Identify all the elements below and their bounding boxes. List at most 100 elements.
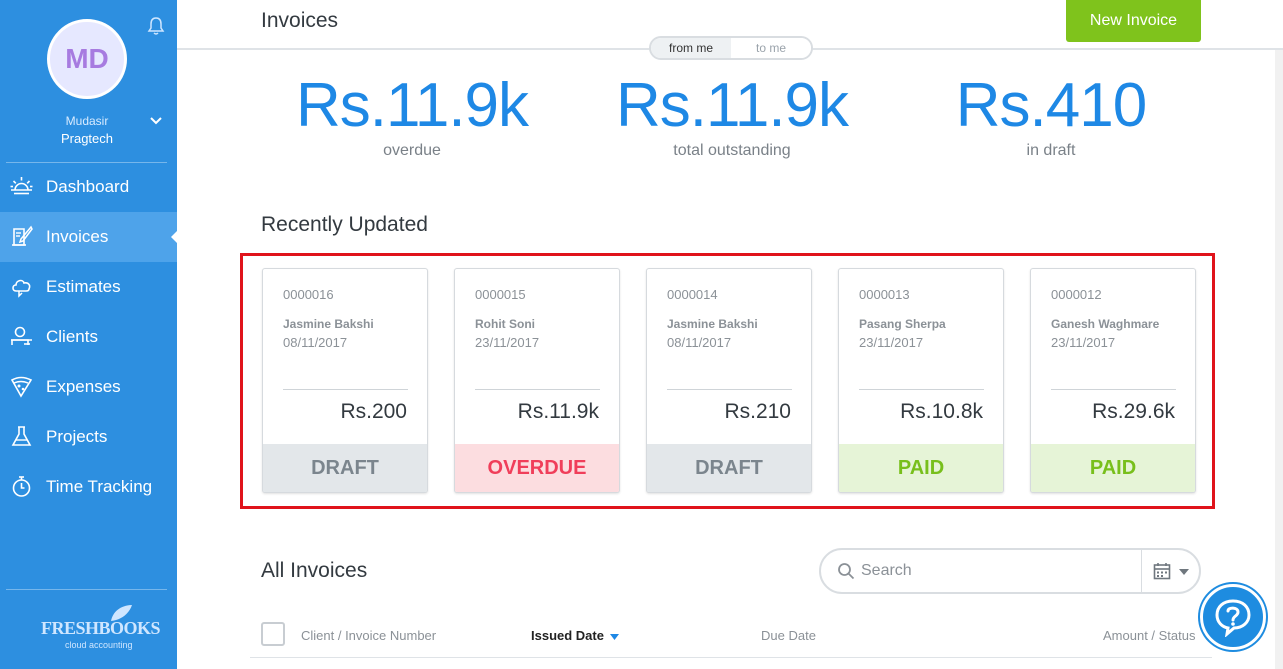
column-header-due-date[interactable]: Due Date (761, 628, 816, 643)
invoice-number: 0000015 (475, 287, 526, 302)
invoice-number: 0000016 (283, 287, 334, 302)
invoice-number: 0000012 (1051, 287, 1102, 302)
sidebar-item-label: Clients (46, 327, 98, 346)
invoice-amount: Rs.29.6k (1092, 400, 1175, 423)
invoice-date: 23/11/2017 (475, 335, 540, 350)
scrollbar[interactable] (1275, 50, 1283, 669)
new-invoice-button[interactable]: New Invoice (1066, 0, 1201, 42)
stat-label: in draft (1026, 142, 1076, 159)
invoice-number: 0000013 (859, 287, 910, 302)
stat-overdue[interactable]: Rs.11.9k overdue (262, 70, 562, 160)
stopwatch-icon (12, 476, 31, 497)
from-to-toggle[interactable]: from me to me (649, 36, 813, 60)
user-org[interactable]: Pragtech (0, 131, 174, 146)
stat-label: overdue (383, 142, 441, 159)
pizza-slice-icon (10, 376, 33, 398)
column-header-label: Issued Date (531, 628, 604, 643)
sidebar-item-clients[interactable]: Clients (0, 312, 177, 362)
client-desk-icon (11, 326, 32, 345)
search-input[interactable] (861, 557, 1131, 585)
column-header-client[interactable]: Client / Invoice Number (301, 628, 436, 643)
sidebar-item-label: Time Tracking (46, 477, 153, 496)
invoice-card[interactable]: 0000015 Rohit Soni 23/11/2017 Rs.11.9k O… (454, 268, 620, 493)
stat-total-outstanding[interactable]: Rs.11.9k total outstanding (582, 70, 882, 160)
sidebar-item-label: Dashboard (46, 177, 130, 196)
status-badge: OVERDUE (455, 444, 619, 492)
logo-wordmark: FRESHBOOKS (41, 618, 161, 638)
invoice-number: 0000014 (667, 287, 718, 302)
search-icon (838, 563, 855, 580)
logo-tagline: cloud accounting (65, 640, 133, 650)
sidebar-item-label: Estimates (46, 277, 121, 296)
chevron-down-icon[interactable] (149, 115, 163, 127)
invoice-client: Jasmine Bakshi (667, 317, 758, 331)
card-divider (859, 389, 984, 390)
column-header-amount-status[interactable]: Amount / Status (1103, 628, 1196, 643)
stat-value: Rs.11.9k (295, 71, 529, 140)
invoice-client: Rohit Soni (475, 317, 535, 331)
caret-down-icon[interactable] (1179, 569, 1189, 575)
invoice-card[interactable]: 0000012 Ganesh Waghmare 23/11/2017 Rs.29… (1030, 268, 1196, 493)
stat-in-draft[interactable]: Rs.410 in draft (901, 70, 1201, 160)
question-chat-icon (1215, 599, 1251, 637)
cloud-estimate-icon (12, 279, 31, 298)
calendar-icon[interactable] (1153, 562, 1171, 580)
avatar-initials: MD (65, 43, 109, 74)
sort-desc-icon (609, 633, 619, 640)
sidebar-item-invoices[interactable]: Invoices (0, 212, 177, 262)
sidebar: MD Mudasir Pragtech Dashboard Invoices E… (0, 0, 177, 669)
stat-value: Rs.410 (955, 71, 1147, 140)
sidebar-divider (6, 589, 167, 590)
sidebar-item-label: Projects (46, 427, 108, 446)
invoice-date: 08/11/2017 (283, 335, 348, 350)
card-divider (283, 389, 408, 390)
app-root: MD Mudasir Pragtech Dashboard Invoices E… (0, 0, 1283, 669)
status-badge: PAID (839, 444, 1003, 492)
search-divider (1141, 550, 1142, 592)
flask-icon (11, 426, 32, 446)
sidebar-item-time-tracking[interactable]: Time Tracking (0, 462, 177, 512)
invoice-card[interactable]: 0000016 Jasmine Bakshi 08/11/2017 Rs.200… (262, 268, 428, 493)
card-divider (475, 389, 600, 390)
avatar[interactable]: MD (47, 19, 127, 99)
sidebar-item-projects[interactable]: Projects (0, 412, 177, 462)
invoice-amount: Rs.200 (340, 400, 407, 423)
user-name[interactable]: Mudasir (0, 114, 174, 128)
invoice-card[interactable]: 0000014 Jasmine Bakshi 08/11/2017 Rs.210… (646, 268, 812, 493)
bell-icon[interactable] (147, 16, 165, 36)
help-button[interactable] (1200, 584, 1266, 650)
sidebar-nav: Dashboard Invoices Estimates Clients Exp… (0, 162, 177, 512)
toggle-to-me[interactable]: to me (731, 38, 811, 58)
page-title: Invoices (261, 9, 339, 32)
table-header-divider (250, 657, 1212, 658)
invoice-card[interactable]: 0000013 Pasang Sherpa 23/11/2017 Rs.10.8… (838, 268, 1004, 493)
sidebar-item-expenses[interactable]: Expenses (0, 362, 177, 412)
invoice-quill-icon (12, 225, 33, 246)
status-badge: DRAFT (647, 444, 811, 492)
invoice-amount: Rs.10.8k (900, 400, 983, 423)
card-divider (667, 389, 792, 390)
sidebar-item-label: Expenses (46, 377, 121, 396)
search-bar (819, 548, 1201, 594)
sunrise-icon (10, 177, 33, 195)
invoice-client: Pasang Sherpa (859, 317, 946, 331)
column-header-issued-date[interactable]: Issued Date (531, 628, 619, 643)
stat-value: Rs.11.9k (615, 71, 849, 140)
card-divider (1051, 389, 1176, 390)
sidebar-item-estimates[interactable]: Estimates (0, 262, 177, 312)
invoice-date: 08/11/2017 (667, 335, 732, 350)
status-badge: PAID (1031, 444, 1195, 492)
freshbooks-logo[interactable]: FRESHBOOKS cloud accounting (41, 604, 161, 652)
sidebar-item-dashboard[interactable]: Dashboard (0, 162, 177, 212)
invoice-amount: Rs.210 (724, 400, 791, 423)
invoice-amount: Rs.11.9k (517, 400, 599, 423)
status-badge: DRAFT (263, 444, 427, 492)
invoice-client: Ganesh Waghmare (1051, 317, 1160, 331)
stat-label: total outstanding (673, 142, 791, 159)
invoice-date: 23/11/2017 (1051, 335, 1116, 350)
toggle-from-me[interactable]: from me (651, 38, 731, 58)
invoice-client: Jasmine Bakshi (283, 317, 374, 331)
all-invoices-title: All Invoices (261, 559, 368, 582)
sidebar-item-label: Invoices (46, 227, 109, 246)
select-all-checkbox[interactable] (261, 622, 285, 646)
